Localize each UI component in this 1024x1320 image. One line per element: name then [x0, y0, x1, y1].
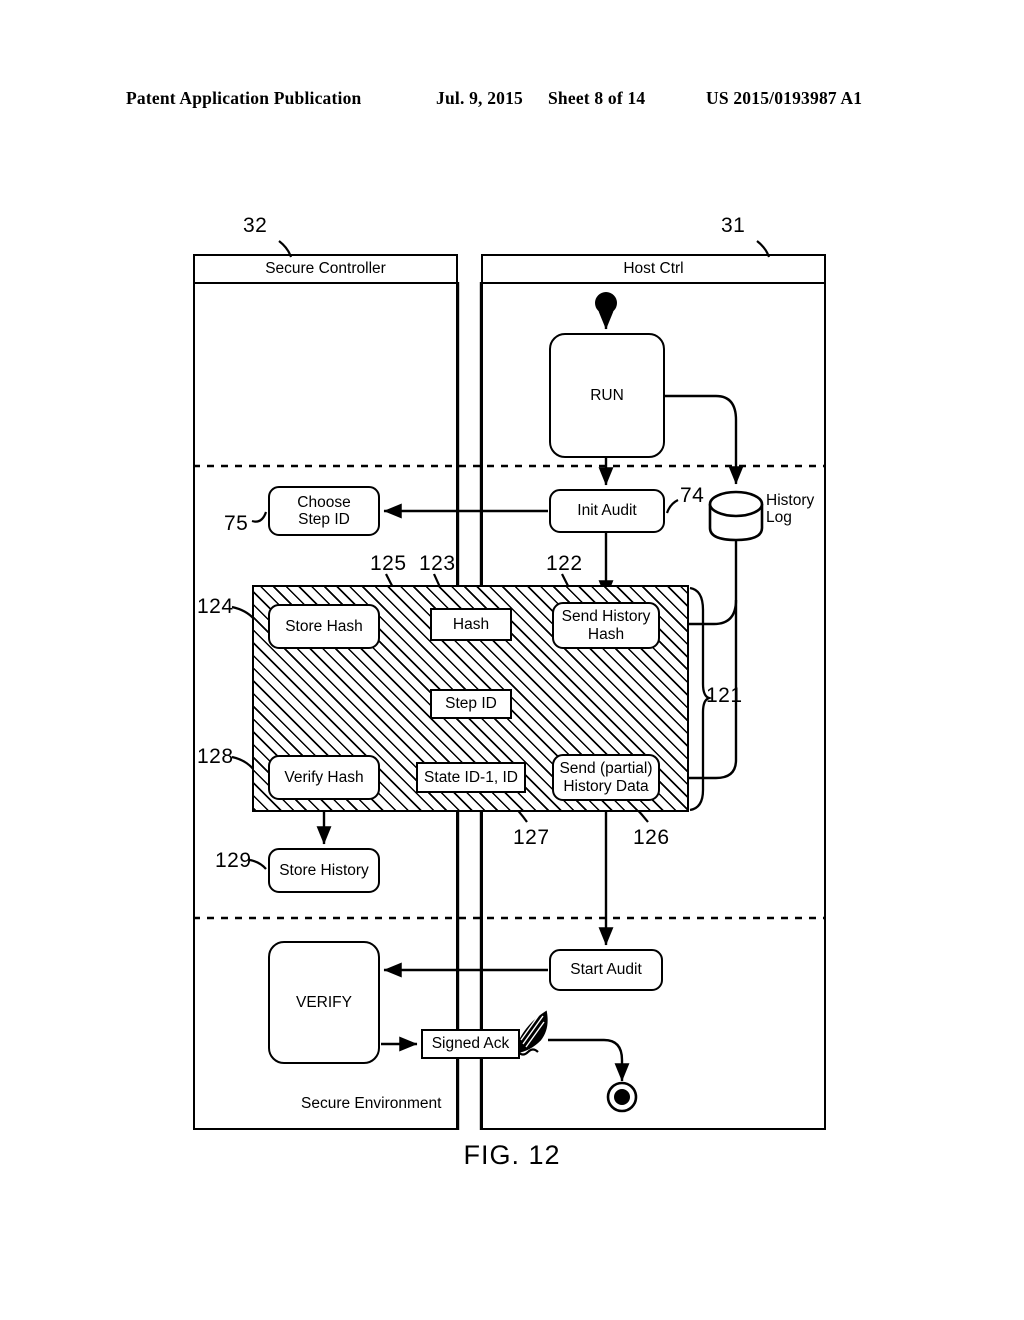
action-choose-step-id[interactable]: Choose Step ID: [268, 486, 380, 536]
action-store-hash[interactable]: Store Hash: [268, 604, 380, 649]
state-verify[interactable]: VERIFY: [268, 941, 380, 1064]
message-step-id[interactable]: Step ID: [430, 689, 512, 719]
action-init-audit[interactable]: Init Audit: [549, 489, 665, 533]
swimlane-host-ctrl-title: Host Ctrl: [483, 256, 824, 284]
message-hash[interactable]: Hash: [430, 608, 512, 641]
ref-numeral-31: 31: [721, 214, 746, 237]
ref-numeral-75: 75: [224, 512, 249, 535]
action-verify-hash[interactable]: Verify Hash: [268, 755, 380, 800]
secure-environment-label: Secure Environment: [301, 1095, 442, 1112]
history-log-label: History Log: [766, 492, 815, 527]
ref-numeral-74: 74: [680, 484, 705, 507]
ref-numeral-125: 125: [370, 552, 407, 575]
message-signed-ack[interactable]: Signed Ack: [421, 1029, 520, 1059]
ref-numeral-32: 32: [243, 214, 268, 237]
ref-numeral-122: 122: [546, 552, 583, 575]
ref-numeral-123: 123: [419, 552, 456, 575]
state-run[interactable]: RUN: [549, 333, 665, 458]
action-store-history[interactable]: Store History: [268, 848, 380, 893]
action-send-partial-history-data[interactable]: Send (partial) History Data: [552, 754, 660, 801]
ref-numeral-121: 121: [706, 684, 743, 707]
ref-numeral-124: 124: [197, 595, 234, 618]
ref-numeral-127: 127: [513, 826, 550, 849]
ref-numeral-128: 128: [197, 745, 234, 768]
action-start-audit[interactable]: Start Audit: [549, 949, 663, 991]
ref-numeral-126: 126: [633, 826, 670, 849]
figure-caption: FIG. 12: [463, 1140, 561, 1170]
swimlane-secure-controller-title: Secure Controller: [195, 256, 456, 284]
figure-12-diagram: Secure Controller Secure Environment Hos…: [0, 0, 1024, 1320]
message-state-id[interactable]: State ID-1, ID: [416, 762, 526, 793]
action-send-history-hash[interactable]: Send History Hash: [552, 602, 660, 649]
ref-numeral-129: 129: [215, 849, 252, 872]
